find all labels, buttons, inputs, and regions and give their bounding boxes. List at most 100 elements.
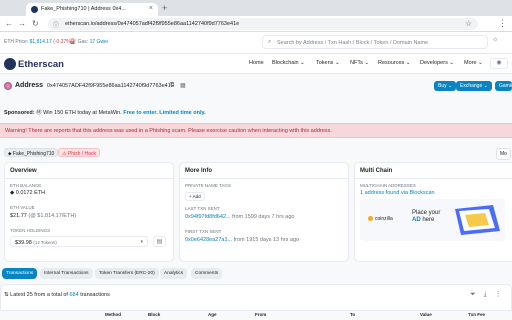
first-txn-label: FIRST TXN SENT [185, 229, 222, 234]
coinzilla-logo: coinzilla [368, 216, 393, 222]
browser-tab-title: Fake_Phishing710 | Address 0x4... [41, 6, 126, 12]
nav-home[interactable]: Home [249, 60, 264, 66]
sponsored-text: Win 150 ETH today at MetaWin. [43, 110, 122, 116]
bookmark-star-icon[interactable]: ☆ [465, 19, 472, 28]
tab-analytics[interactable]: Analytics [160, 268, 188, 279]
eth-value-label: ETH VALUE [10, 205, 35, 210]
phish-hack-badge[interactable]: ⚠ Phish / Hack [58, 148, 100, 157]
transactions-count-link[interactable]: 684 [69, 292, 78, 298]
nav-more[interactable]: More ⌄ [464, 60, 483, 66]
sponsored-label: Sponsored: [4, 110, 35, 116]
nav-nfts[interactable]: NFTs ⌄ [350, 60, 369, 66]
divider [355, 178, 512, 179]
private-tags-label: PRIVATE NAME TAGS [185, 183, 231, 188]
chevron-down-icon: ⌄ [334, 60, 340, 66]
browser-menu-icon[interactable]: ⋮ [498, 18, 507, 29]
alert-icon: ⚠ [62, 151, 67, 157]
etherscan-favicon-icon [31, 6, 38, 13]
column-block: Block [148, 312, 161, 317]
multichain-card: Multi Chain MULTICHAIN ADDRESSES 1 addre… [354, 162, 512, 262]
last-txn-hash-link[interactable]: 0x94f97fd8fd642... [185, 214, 231, 220]
phishing-warning-text: Warning! There are reports that this add… [5, 128, 332, 134]
tab-transactions[interactable]: Transactions [2, 268, 38, 279]
address-blockie-icon [4, 82, 12, 90]
address-hash[interactable]: 0x474057ADF42f9F955e86aa1142740f9d7763e4… [47, 83, 174, 89]
ad-illustration-icon [455, 205, 500, 235]
first-txn: 0x0e6428ea27a1... from 1915 days 13 hrs … [185, 237, 300, 243]
back-arrow-icon[interactable]: ← [5, 19, 13, 28]
chevron-down-icon: ⌄ [300, 60, 305, 66]
buy-button[interactable]: Buy ⌄ [434, 81, 457, 91]
sponsored-banner: Sponsored: Ⓜ Win 150 ETH today at MetaWi… [4, 108, 206, 116]
site-info-icon[interactable]: ⓘ [53, 20, 59, 29]
name-tag-badge[interactable]: ⬥ Fake_Phishing710 [4, 148, 59, 157]
last-txn: 0x94f97fd8fd642... from 1599 days 7 hrs … [185, 214, 295, 220]
overview-card: Overview ETH BALANCE ◆ 0.0172 ETH ETH VA… [4, 162, 174, 262]
nav-blockchain[interactable]: Blockchain ⌄ [272, 60, 305, 66]
nav-developers[interactable]: Developers ⌄ [420, 60, 454, 66]
etherscan-logo-text[interactable]: Etherscan [18, 59, 64, 70]
last-txn-label: LAST TXN SENT [185, 206, 220, 211]
more-info-card: More Info PRIVATE NAME TAGS + Add LAST T… [179, 162, 349, 262]
search-placeholder: Search by Address / Txn Hash / Block / T… [277, 40, 429, 46]
eth-balance-value: ◆ 0.0172 ETH [10, 190, 46, 196]
close-tab-icon[interactable]: × [149, 5, 153, 12]
token-holdings-label: TOKEN HOLDINGS [10, 228, 51, 233]
sponsored-cta-link[interactable]: Free to enter. Limited time only. [123, 110, 205, 116]
column-txn-fee: Txn Fee [468, 312, 486, 317]
wallet-icon[interactable]: ▤ [153, 236, 166, 247]
nav-resources[interactable]: Resources ⌄ [378, 60, 410, 66]
etherscan-logo-icon[interactable] [4, 58, 16, 70]
gaming-button[interactable]: Gaming [495, 81, 512, 91]
site-search-input[interactable]: ⌕ Search by Address / Txn Hash / Block /… [262, 35, 488, 49]
column-age[interactable]: Age [208, 312, 217, 317]
url-text: etherscan.io/address/0x474057adf42f9f955… [65, 21, 240, 27]
multichain-title: Multi Chain [360, 168, 393, 174]
tab-token-transfers[interactable]: Token Transfers (ERC-20) [95, 268, 159, 279]
search-icon: ⌕ [268, 39, 272, 45]
transactions-summary: ⇅ Latest 25 from a total of 684 transact… [4, 292, 110, 298]
browser-tab[interactable]: Fake_Phishing710 | Address 0x4... × [26, 3, 158, 16]
url-bar[interactable]: ⓘ etherscan.io/address/0x474057adf42f9f9… [48, 18, 478, 30]
phishing-warning-alert: Warning! There are reports that this add… [0, 123, 512, 138]
copy-icon[interactable]: ⧉ [170, 82, 174, 89]
qr-code-icon[interactable]: ▦ [180, 82, 186, 89]
coinzilla-ad-banner[interactable]: coinzilla Place your AD here [360, 199, 505, 241]
column-method: Method [105, 312, 121, 317]
tab-comments[interactable]: Comments [191, 268, 223, 279]
forward-arrow-icon[interactable]: → [18, 19, 26, 28]
multichain-addresses-link[interactable]: 1 address found via Blockscan [360, 190, 435, 196]
exchange-button[interactable]: Exchange ⌄ [456, 81, 492, 91]
eth-price-label: ETH Price: $1,814.17 (-0.27%) [4, 39, 73, 45]
more-options-icon[interactable]: ⋮ [495, 291, 502, 298]
add-private-tag-button[interactable]: + Add [185, 192, 205, 201]
tab-internal-transactions[interactable]: Internal Transactions [40, 268, 93, 279]
tag-icon: ⬥ [8, 151, 12, 157]
divider [5, 178, 173, 179]
metawin-logo-icon: Ⓜ [36, 110, 42, 116]
sort-icon: ⇅ [4, 292, 9, 298]
column-to: To [350, 312, 356, 317]
eth-balance-label: ETH BALANCE [10, 183, 42, 188]
eth-price-value[interactable]: $1,814.17 [30, 39, 52, 45]
ad-text: Place your AD here [412, 210, 441, 223]
chevron-down-icon: ▾ [140, 239, 143, 245]
more-tags-button[interactable]: Mo [496, 148, 511, 160]
gas-info: ⛽ Gas: 17 Gwei [70, 39, 108, 45]
token-holdings-dropdown[interactable]: $39.98 (12 Tokens) ▾ [10, 236, 148, 247]
chevron-down-icon: ⌄ [478, 60, 483, 66]
column-from: From [255, 312, 267, 317]
reload-icon[interactable]: ↻ [32, 19, 39, 28]
theme-toggle-icon[interactable]: ☼ [492, 36, 498, 43]
download-icon[interactable]: ⤓ [484, 291, 487, 298]
gas-value[interactable]: 17 Gwei [90, 39, 108, 45]
filter-icon[interactable]: ⏷ [470, 291, 476, 298]
column-value: Value [420, 312, 432, 317]
multichain-addresses-label: MULTICHAIN ADDRESSES [360, 183, 416, 188]
first-txn-hash-link[interactable]: 0x0e6428ea27a1... [185, 237, 232, 243]
sign-in-user-icon[interactable]: ◉ [490, 58, 508, 69]
new-tab-icon[interactable]: + [162, 3, 167, 13]
nav-tokens[interactable]: Tokens ⌄ [316, 60, 340, 66]
eth-value: $21.77 (@ $1,814.17/ETH) [10, 213, 77, 219]
gas-pump-icon: ⛽ [70, 39, 77, 45]
